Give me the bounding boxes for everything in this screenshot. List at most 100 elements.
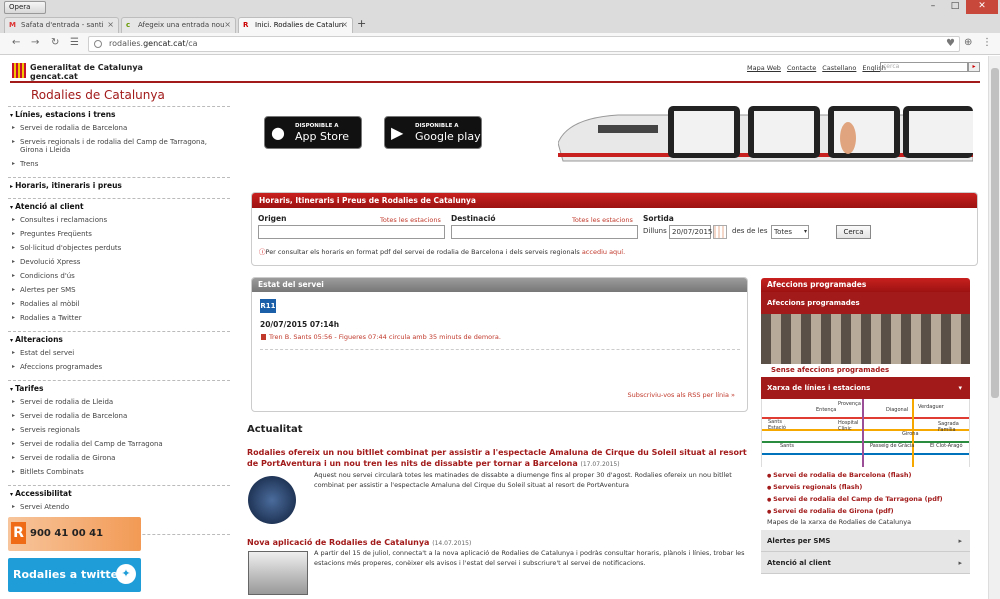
scrollbar-thumb[interactable]: [991, 68, 999, 398]
link-contacte[interactable]: Contacte: [787, 64, 816, 72]
site-search-input[interactable]: cerca: [880, 62, 968, 72]
tab-rodalies[interactable]: R Inici. Rodalies de Catalun ×: [238, 17, 353, 33]
tab-gmail[interactable]: M Safata d'entrada - santi ×: [4, 17, 119, 33]
network-maps-text[interactable]: Mapes de la xarxa de Rodalies de Catalun…: [761, 518, 970, 526]
news-body: A partir del 15 de juliol, connecta't a …: [314, 549, 745, 567]
map-label: El Clot-Aragó: [930, 443, 963, 449]
network-link[interactable]: Servei de rodalia de Girona (pdf): [767, 506, 970, 518]
maximize-icon[interactable]: □: [944, 0, 966, 14]
sidebar-item[interactable]: Rodalies al mòbil: [8, 298, 230, 312]
org-site[interactable]: gencat.cat: [30, 72, 78, 81]
link-mapa-web[interactable]: Mapa Web: [747, 64, 781, 72]
afeccions-subheader[interactable]: Afeccions programades: [761, 292, 970, 314]
org-name[interactable]: Generalitat de Catalunya: [30, 63, 143, 72]
sidebar-item[interactable]: Serveis regionals i de rodalia del Camp …: [8, 136, 208, 158]
rodalies-r-logo: R: [11, 522, 26, 544]
speed-dial-icon[interactable]: ☰: [70, 37, 79, 48]
news-title-text[interactable]: Rodalies ofereix un nou bitllet combinat…: [247, 448, 747, 468]
sidebar-item[interactable]: Servei Atendo: [8, 501, 230, 515]
sidebar-section-title[interactable]: Horaris, itineraris i preus: [8, 177, 230, 193]
tab-title: Safata d'entrada - santi: [21, 21, 104, 29]
sidebar-item[interactable]: Alertes per SMS: [8, 284, 230, 298]
map-label: Verdaguer: [918, 404, 944, 410]
tab-close-icon[interactable]: ×: [341, 18, 348, 32]
line-badge-r11[interactable]: R11: [260, 299, 276, 313]
map-label: Sagrada Família: [938, 421, 959, 433]
sidebar-section: Horaris, itineraris i preus: [8, 177, 230, 193]
new-tab-button[interactable]: +: [357, 17, 366, 31]
sidebar-section-title[interactable]: Accessibilitat: [8, 485, 230, 501]
sidebar-section-title[interactable]: Atenció al client: [8, 198, 230, 214]
sidebar-section-title[interactable]: Alteracions: [8, 331, 230, 347]
page-scrollbar[interactable]: [988, 56, 1000, 599]
search-timetable-button[interactable]: Cerca: [836, 225, 871, 239]
generalitat-logo[interactable]: [12, 63, 26, 78]
sidebar-item[interactable]: Servei de rodalia del Camp de Tarragona: [8, 438, 230, 452]
sidebar-item[interactable]: Trens: [8, 158, 230, 172]
app-news-image[interactable]: [248, 551, 308, 595]
network-map-header[interactable]: Xarxa de línies i estacions: [761, 377, 970, 399]
tab-wordpress[interactable]: c Afegeix una entrada nou ×: [121, 17, 236, 33]
sidebar-item[interactable]: Serveis regionals: [8, 424, 230, 438]
search-go-button[interactable]: ▸: [968, 62, 980, 72]
app-store-badge[interactable]: ● DISPONIBLE A App Store: [264, 116, 362, 149]
sidebar-item[interactable]: Servei de rodalia de Barcelona: [8, 410, 230, 424]
phone-banner[interactable]: R 900 41 00 41: [8, 517, 141, 551]
menu-icon[interactable]: ⋮: [982, 37, 992, 48]
news-heading: Actualitat: [247, 424, 303, 435]
sidebar-item[interactable]: Devolució Xpress: [8, 256, 230, 270]
time-select[interactable]: Totes ▾: [771, 225, 809, 239]
afeccions-image[interactable]: [761, 314, 970, 364]
incident-link[interactable]: Tren B. Sants 05:56 - Figueres 07:44 cir…: [261, 333, 501, 341]
rss-subscribe-link[interactable]: Subscriviu-vos als RSS per línia »: [627, 391, 735, 399]
minimize-icon[interactable]: –: [922, 0, 944, 14]
destination-input[interactable]: [451, 225, 638, 239]
bookmark-heart-icon[interactable]: ♥: [946, 37, 955, 51]
sidebar-title[interactable]: Rodalies de Catalunya: [31, 88, 165, 102]
badge-caption: DISPONIBLE A: [415, 123, 459, 129]
pdf-access-link[interactable]: accediu aquí.: [582, 248, 625, 256]
sidebar-item[interactable]: Preguntes Freqüents: [8, 228, 230, 242]
calendar-icon[interactable]: [713, 225, 727, 239]
sidebar-item[interactable]: Consultes i reclamacions: [8, 214, 230, 228]
network-map[interactable]: Entença Provença Diagonal Verdaguer Sant…: [761, 399, 970, 467]
sidebar-item[interactable]: Sol·licitud d'objectes perduts: [8, 242, 230, 256]
forward-icon[interactable]: →: [31, 37, 39, 48]
link-castellano[interactable]: Castellano: [822, 64, 856, 72]
origin-input[interactable]: [258, 225, 445, 239]
sidebar-item[interactable]: Servei de rodalia de Lleida: [8, 396, 230, 410]
sidebar-item[interactable]: Servei de rodalia de Girona: [8, 452, 230, 466]
download-icon[interactable]: ⊕: [964, 37, 972, 48]
from-time-label: des de les: [732, 227, 768, 235]
sidebar-section-title[interactable]: Tarifes: [8, 380, 230, 396]
sidebar-item[interactable]: Afeccions programades: [8, 361, 230, 375]
tab-close-icon[interactable]: ×: [107, 18, 114, 32]
twitter-banner[interactable]: Rodalies a twitter ✦: [8, 558, 141, 592]
sidebar-item[interactable]: Rodalies a Twitter: [8, 312, 230, 326]
destination-all-stations-link[interactable]: Totes les estacions: [572, 216, 633, 224]
google-play-badge[interactable]: ▶ DISPONIBLE A Google play: [384, 116, 482, 149]
network-link[interactable]: Servei de rodalia del Camp de Tarragona …: [767, 494, 970, 506]
network-link[interactable]: Servei de rodalia de Barcelona (flash): [767, 470, 970, 482]
site-info-icon[interactable]: [94, 40, 102, 48]
departure-date-input[interactable]: 20/07/2015: [669, 225, 712, 239]
news-title-text[interactable]: Nova aplicació de Rodalies de Catalunya: [247, 538, 429, 547]
sidebar-item[interactable]: Servei de rodalia de Barcelona: [8, 122, 230, 136]
url-input[interactable]: rodalies.gencat.cat/ca ♥: [88, 36, 960, 52]
origin-all-stations-link[interactable]: Totes les estacions: [380, 216, 441, 224]
sms-alerts-panel[interactable]: Alertes per SMS: [761, 530, 970, 552]
sidebar-item[interactable]: Bitllets Combinats: [8, 466, 230, 480]
tab-close-icon[interactable]: ×: [224, 18, 231, 32]
opera-menu-button[interactable]: Opera: [4, 1, 46, 14]
no-afeccions-link[interactable]: Sense afeccions programades: [761, 364, 970, 377]
sidebar-section-title[interactable]: Línies, estacions i trens: [8, 106, 230, 122]
customer-service-panel[interactable]: Atenció al client: [761, 552, 970, 574]
news-title[interactable]: Rodalies ofereix un nou bitllet combinat…: [247, 447, 752, 470]
sidebar-item[interactable]: Estat del servei: [8, 347, 230, 361]
amaluna-news-image[interactable]: [248, 476, 296, 524]
sidebar-item[interactable]: Condicions d'ús: [8, 270, 230, 284]
network-link[interactable]: Serveis regionals (flash): [767, 482, 970, 494]
reload-icon[interactable]: ↻: [51, 37, 59, 48]
close-icon[interactable]: ✕: [966, 0, 998, 14]
back-icon[interactable]: ←: [12, 37, 20, 48]
